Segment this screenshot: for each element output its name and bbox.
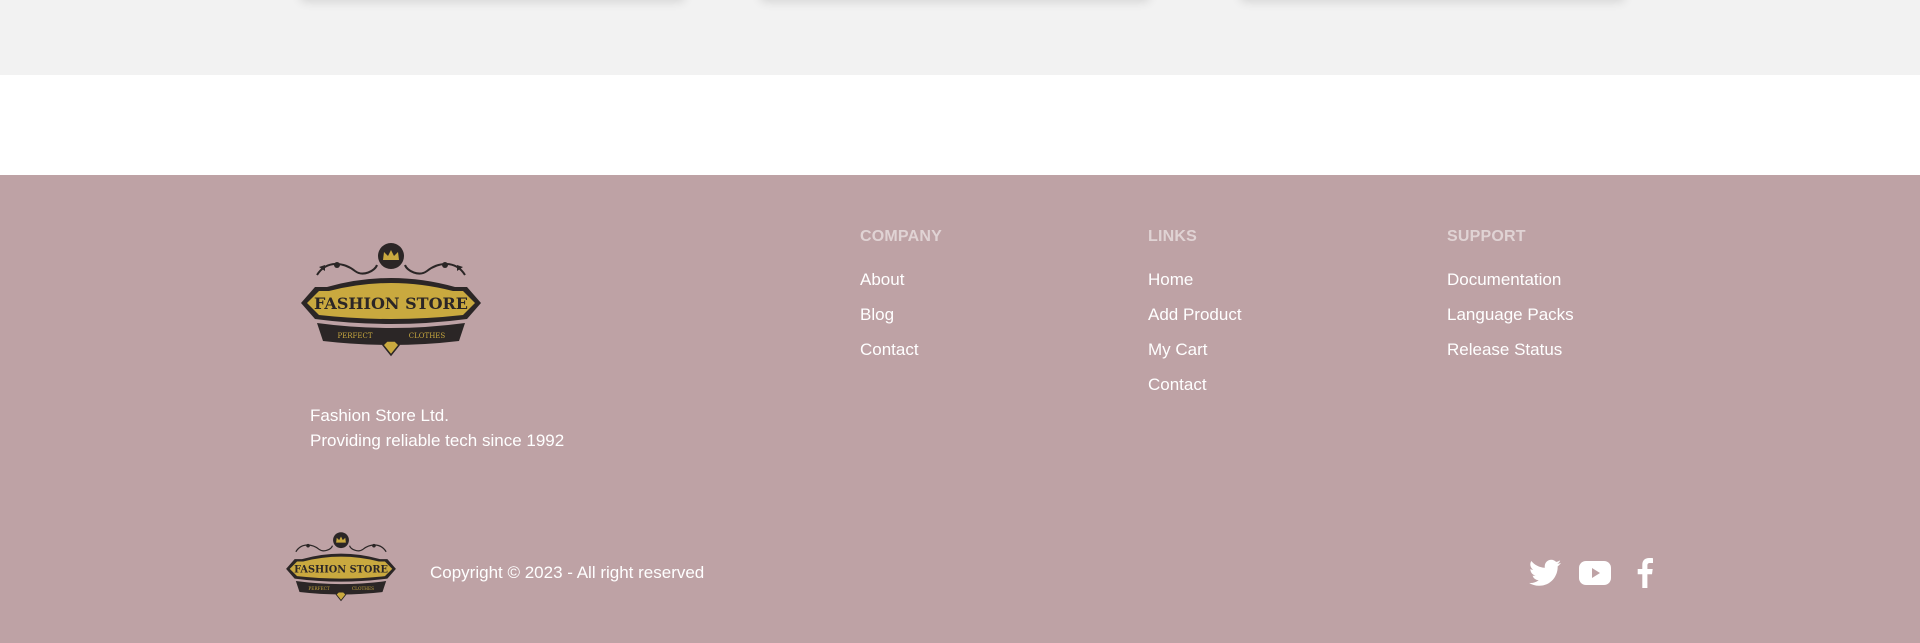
footer-column-company: COMPANY About Blog Contact <box>860 227 942 375</box>
column-title-support: SUPPORT <box>1447 228 1526 245</box>
products-section-bottom <box>0 0 1920 75</box>
twitter-icon[interactable] <box>1527 555 1563 591</box>
footer-link-blog[interactable]: Blog <box>860 305 942 325</box>
column-title-links: LINKS <box>1148 228 1197 245</box>
site-footer: FASHION STORE PERFECT CLOTHES Fashion St… <box>0 175 1920 643</box>
copyright-text: Copyright © 2023 - All right reserved <box>430 563 705 582</box>
footer-bottom-logo[interactable]: FASHION STORE PERFECT CLOTHES <box>283 531 399 603</box>
logo-tagline-left: PERFECT <box>308 587 330 592</box>
column-title-company: COMPANY <box>860 228 942 245</box>
youtube-icon[interactable] <box>1578 555 1612 591</box>
spacer-section <box>0 75 1920 175</box>
logo-name: FASHION STORE <box>314 294 468 313</box>
footer-link-language-packs[interactable]: Language Packs <box>1447 305 1574 325</box>
footer-link-contact[interactable]: Contact <box>1148 375 1242 395</box>
footer-logo[interactable]: FASHION STORE PERFECT CLOTHES <box>297 241 485 359</box>
footer-link-home[interactable]: Home <box>1148 270 1242 290</box>
footer-link-my-cart[interactable]: My Cart <box>1148 340 1242 360</box>
company-description: Providing reliable tech since 1992 <box>310 431 565 450</box>
logo-name: FASHION STORE <box>294 564 388 575</box>
facebook-icon[interactable] <box>1632 555 1658 591</box>
footer-link-about[interactable]: About <box>860 270 942 290</box>
footer-column-links: LINKS Home Add Product My Cart Contact <box>1148 227 1242 410</box>
company-name: Fashion Store Ltd. <box>310 406 449 425</box>
company-info: Fashion Store Ltd. Providing reliable te… <box>310 403 564 453</box>
footer-link-release-status[interactable]: Release Status <box>1447 340 1574 360</box>
logo-tagline-left: PERFECT <box>337 332 372 340</box>
logo-tagline-right: CLOTHES <box>409 332 446 340</box>
logo-tagline-right: CLOTHES <box>352 587 374 592</box>
footer-column-support: SUPPORT Documentation Language Packs Rel… <box>1447 227 1574 375</box>
footer-link-documentation[interactable]: Documentation <box>1447 270 1574 290</box>
footer-link-add-product[interactable]: Add Product <box>1148 305 1242 325</box>
footer-link-contact[interactable]: Contact <box>860 340 942 360</box>
